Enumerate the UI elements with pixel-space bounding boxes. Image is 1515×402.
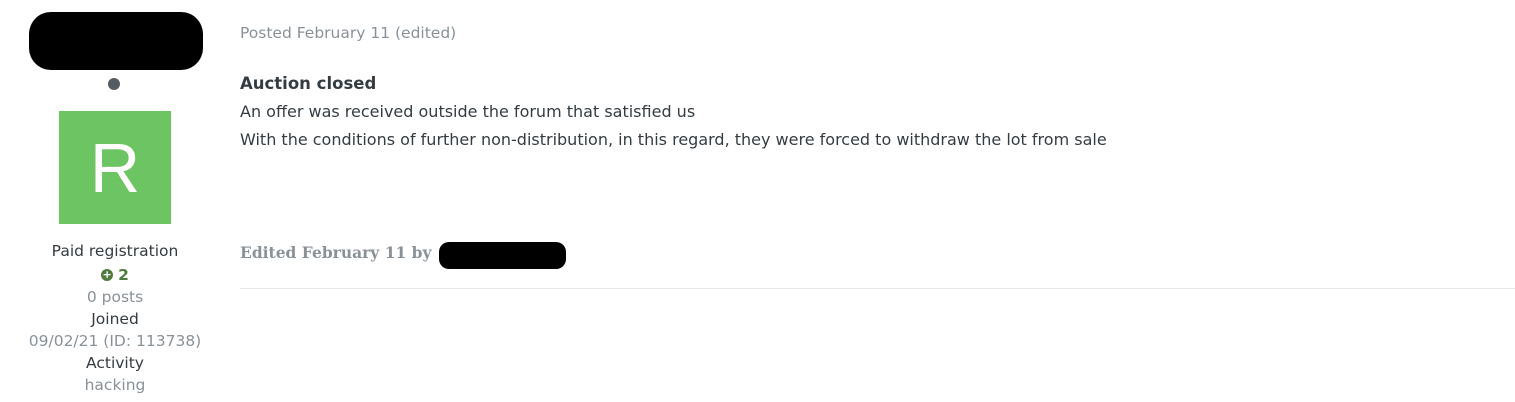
author-group: Paid registration xyxy=(51,242,179,260)
post-line: An offer was received outside the forum … xyxy=(240,102,696,121)
author-panel: R Paid registration + 2 0 posts Joined 0… xyxy=(0,0,230,402)
activity-label: Activity xyxy=(86,354,144,372)
post-date[interactable]: Posted February 11 (edited) xyxy=(240,24,456,42)
edited-note: Edited February 11 by xyxy=(240,239,566,269)
post-divider xyxy=(240,288,1515,289)
joined-label: Joined xyxy=(91,310,139,328)
reputation-count: 2 xyxy=(118,266,129,284)
author-username-redacted[interactable] xyxy=(29,12,203,70)
post-line: With the conditions of further non-distr… xyxy=(240,130,1107,149)
editor-username-redacted[interactable] xyxy=(438,242,566,269)
avatar[interactable]: R xyxy=(59,111,171,224)
avatar-letter: R xyxy=(89,128,141,207)
author-post-count: 0 posts xyxy=(86,288,144,306)
joined-value: 09/02/21 (ID: 113738) xyxy=(28,332,202,350)
post-body: Posted February 11 (edited) Auction clos… xyxy=(240,0,1515,402)
online-status-icon xyxy=(108,78,120,90)
author-info: Paid registration + 2 0 posts Joined 09/… xyxy=(0,240,230,396)
plus-circle-icon: + xyxy=(101,268,114,281)
edited-text: Edited February 11 by xyxy=(240,243,432,262)
activity-value: hacking xyxy=(84,376,146,394)
post-title: Auction closed xyxy=(240,74,377,93)
reputation-badge[interactable]: + 2 xyxy=(101,264,129,286)
post-content: Auction closed An offer was received out… xyxy=(240,70,1107,154)
